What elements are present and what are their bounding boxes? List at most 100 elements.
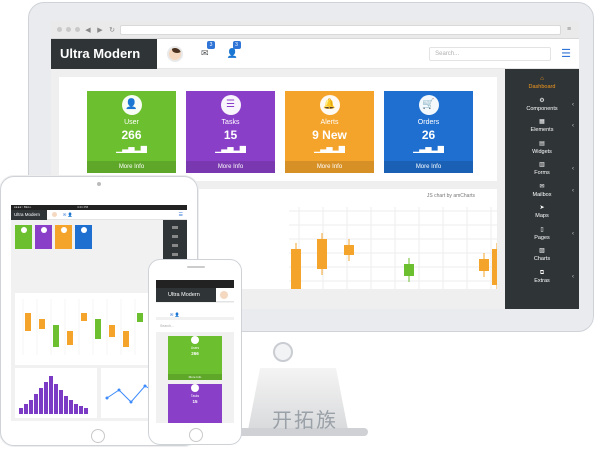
cubes-icon: ▦ [539, 119, 545, 125]
phone-notification-row: ✉ 👤 [156, 303, 234, 317]
sidebar-item-label: Forms [534, 170, 550, 176]
sidebar-item-charts[interactable]: ▨ Charts [505, 247, 579, 269]
bar-mark [49, 376, 53, 414]
stat-card-tasks[interactable]: ☰ Tasks 15 ▁▃▅▂▆ More Info [186, 91, 275, 173]
sidebar-item-label: Mailbox [532, 191, 552, 198]
more-info-link[interactable]: More Info [384, 161, 473, 173]
sidebar-item-mailbox[interactable]: ✉ Mailbox ‹ [505, 183, 579, 205]
phone-more-info-link[interactable]: More Info [168, 374, 222, 380]
window-dot-icon[interactable] [57, 27, 62, 32]
tablet-menu-icon[interactable]: ☰ [179, 212, 183, 218]
list-icon: ☰ [220, 95, 241, 115]
tablet-stat-card[interactable] [75, 225, 92, 249]
phone-stat-cards: Users 266 More Info Tasks 15 [156, 336, 234, 423]
phone-screen: Ultra Modern ✉ 👤 Search... Users 266 More … [156, 280, 234, 423]
sidebar-nav: ⌂ Dashboard ⚙ Components ‹ ▦ Elements ‹ ▤ Widgets… [505, 69, 579, 311]
map-icon: ➤ [539, 205, 545, 211]
candle-body [95, 319, 101, 339]
phone-header-icons[interactable]: ✉ 👤 [170, 312, 179, 317]
sidebar-item-label: Extras [534, 277, 550, 284]
candle-body [492, 249, 497, 285]
phone-stat-card-users[interactable]: Users 266 More Info [168, 336, 222, 380]
phone-card-label: Tasks [190, 394, 200, 398]
sidebar-item-label: Charts [533, 256, 551, 262]
tablet-sidebar-item-icon[interactable] [172, 226, 178, 229]
browser-menu-icon[interactable]: ≡ [565, 26, 573, 33]
sidebar-item-elements[interactable]: ▦ Elements ‹ [505, 118, 579, 140]
address-bar[interactable] [120, 24, 561, 35]
bar-mark [84, 408, 88, 414]
tablet-brand[interactable]: Ultra Modern [11, 209, 47, 220]
tablet-header-icons[interactable]: ✉ 👤 [63, 212, 72, 217]
grid-icon: ▤ [539, 140, 545, 147]
more-info-link[interactable]: More Info [285, 161, 374, 173]
chevron-left-icon: ‹ [572, 166, 574, 172]
window-dot-icon[interactable] [75, 27, 80, 32]
sidebar-item-dashboard[interactable]: ⌂ Dashboard [505, 75, 579, 97]
phone-search-input[interactable]: Search... [156, 320, 234, 332]
avatar[interactable] [167, 45, 183, 62]
mini-bar-chart-icon: ▁▃▅▂▆ [116, 144, 147, 153]
tablet-stat-card[interactable] [15, 225, 32, 249]
phone-speaker [187, 266, 205, 268]
bar-mark [74, 404, 78, 414]
mini-bar-chart-icon: ▁▃▅▂▆ [413, 144, 444, 153]
message-icon[interactable]: ✉ 3 [201, 41, 215, 59]
tablet-stat-card[interactable] [35, 225, 52, 249]
tablet-header: Ultra Modern ✉ 👤 ☰ [11, 209, 187, 220]
sidebar-item-extras[interactable]: ⧉ Extras ‹ [505, 269, 579, 291]
chevron-left-icon: ‹ [572, 101, 574, 108]
sidebar-item-pages[interactable]: ▯ Pages ‹ [505, 226, 579, 248]
stat-card-value: 26 [421, 128, 436, 142]
tablet-carrier: ●●●●○ BELL [14, 205, 32, 209]
sidebar-item-widgets[interactable]: ▤ Widgets [505, 140, 579, 162]
mail-icon: ✉ [539, 183, 545, 190]
phone-home-button[interactable] [189, 428, 203, 442]
sidebar-item-components[interactable]: ⚙ Components ‹ [505, 97, 579, 119]
user-icon: 👤 [121, 95, 142, 115]
tablet-home-button[interactable] [91, 429, 105, 443]
search-input[interactable]: Search... [429, 46, 552, 61]
candle-body [344, 245, 354, 255]
bar-mark [54, 384, 58, 414]
tablet-stat-cards [15, 225, 92, 249]
candle-body [404, 264, 414, 276]
phone-card-value: 15 [192, 399, 198, 404]
window-dot-icon[interactable] [66, 27, 71, 32]
stat-card-value: 15 [223, 128, 238, 142]
more-info-link[interactable]: More Info [87, 161, 176, 173]
sidebar-item-label: Components [526, 105, 558, 112]
candle-body [53, 325, 59, 347]
stat-cards-panel: 👤 User 266 ▁▃▅▂▆ More Info ☰ Tasks 15 ▁▃▅▂▆ More … [59, 77, 497, 181]
hamburger-menu-icon[interactable]: ☰ [561, 47, 571, 60]
user-notification-icon[interactable]: 👤 3 [227, 41, 241, 59]
back-arrow-icon[interactable]: ◀ [84, 26, 92, 34]
phone-stat-card-tasks[interactable]: Tasks 15 [168, 384, 222, 423]
stat-card-alerts[interactable]: 🔔 Alerts 9 New ▁▃▅▂▆ More Info [285, 91, 374, 173]
phone-card-icon [191, 336, 199, 344]
message-badge: 3 [207, 41, 215, 49]
tablet-sidebar-item-icon[interactable] [172, 244, 178, 247]
tablet-time: 4:21 PM [76, 205, 89, 209]
candle-body [25, 313, 31, 331]
chart-credit[interactable]: JS chart by amCharts [427, 193, 475, 199]
more-info-link[interactable]: More Info [186, 161, 275, 173]
sidebar-item-forms[interactable]: ▥ Forms ‹ [505, 161, 579, 183]
sidebar-item-label: Pages [534, 234, 550, 241]
stat-card-user[interactable]: 👤 User 266 ▁▃▅▂▆ More Info [87, 91, 176, 173]
forward-arrow-icon[interactable]: ▶ [96, 26, 104, 34]
brand-logo[interactable]: Ultra Modern [51, 38, 157, 69]
reload-icon[interactable]: ↻ [108, 26, 116, 34]
tablet-avatar[interactable] [52, 212, 57, 217]
stat-card-orders[interactable]: 🛒 Orders 26 ▁▃▅▂▆ More Info [384, 91, 473, 173]
tablet-sidebar-item-icon[interactable] [172, 235, 178, 238]
tablet-stat-card[interactable] [55, 225, 72, 249]
tablet-sidebar-item-icon[interactable] [172, 253, 178, 256]
mini-bar-chart-icon: ▁▃▅▂▆ [215, 144, 246, 153]
sidebar-item-maps[interactable]: ➤ Maps [505, 204, 579, 226]
candle-body [39, 319, 45, 329]
phone-avatar[interactable] [220, 290, 228, 299]
phone-brand[interactable]: Ultra Modern [156, 287, 216, 302]
bar-mark [34, 394, 38, 414]
line-point [105, 396, 109, 400]
